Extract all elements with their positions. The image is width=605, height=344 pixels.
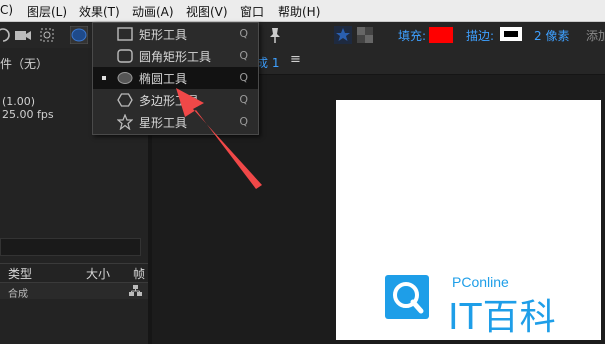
grid-icon[interactable] <box>356 26 374 44</box>
menu-item-effect[interactable]: 效果(T) <box>79 3 120 20</box>
composition-tab-label[interactable]: 成 1 <box>256 54 279 71</box>
stroke-color-swatch[interactable] <box>500 27 522 41</box>
menu-item-label: 圆角矩形工具 <box>139 50 212 64</box>
menu-item-label: 矩形工具 <box>139 28 188 42</box>
project-search-input[interactable] <box>0 238 141 256</box>
menu-item-rounded-rectangle-tool[interactable]: 圆角矩形工具 Q <box>93 45 258 67</box>
panel-menu-icon[interactable]: ≡ <box>290 52 301 67</box>
ellipse-icon <box>117 72 133 84</box>
pixel-ratio: (1.00) <box>2 95 36 108</box>
star-toggle-icon[interactable] <box>334 26 352 44</box>
shape-tool-menu: 矩形工具 Q 圆角矩形工具 Q 椭圆工具 Q 多边形工具 Q 星形工具 Q <box>92 22 259 135</box>
row-type: 合成 <box>8 289 28 300</box>
camera-icon[interactable] <box>14 26 32 44</box>
menu-item-c[interactable]: C) <box>0 3 13 17</box>
star-icon <box>117 114 133 130</box>
menu-item-window[interactable]: 窗口 <box>240 3 264 20</box>
menu-item-help[interactable]: 帮助(H) <box>278 3 320 20</box>
ellipse-tool-icon[interactable] <box>70 26 88 44</box>
menu-bar: C) 图层(L) 效果(T) 动画(A) 视图(V) 窗口 帮助(H) <box>0 0 605 22</box>
project-title: 件（无） <box>0 57 49 71</box>
frame-rate: 25.00 fps <box>2 108 54 121</box>
fill-color-swatch[interactable] <box>429 27 453 43</box>
menu-item-shortcut: Q <box>239 115 248 128</box>
add-label[interactable]: 添加 <box>586 27 605 44</box>
menu-item-rectangle-tool[interactable]: 矩形工具 Q <box>93 23 258 45</box>
menu-item-shortcut: Q <box>239 93 248 106</box>
rounded-rectangle-icon <box>117 49 133 63</box>
tools-toolbar: 填充: 描边: 2 像素 添加 <box>0 22 605 49</box>
menu-item-label: 椭圆工具 <box>139 72 188 86</box>
menu-item-animation[interactable]: 动画(A) <box>132 3 174 20</box>
pin-icon[interactable] <box>266 26 284 44</box>
pconline-logo-icon <box>385 275 429 319</box>
pan-behind-icon[interactable] <box>38 26 56 44</box>
polygon-icon <box>117 93 133 107</box>
rectangle-icon <box>117 27 133 41</box>
project-row[interactable]: 合成 <box>0 283 148 300</box>
watermark-brand-big: IT百科 <box>448 297 557 338</box>
menu-item-label: 多边形工具 <box>139 94 200 108</box>
menu-item-ellipse-tool[interactable]: 椭圆工具 Q <box>93 67 258 89</box>
menu-item-label: 星形工具 <box>139 116 188 130</box>
stroke-width-value[interactable]: 2 像素 <box>534 27 569 44</box>
menu-item-view[interactable]: 视图(V) <box>186 3 228 20</box>
menu-item-shortcut: Q <box>239 71 248 84</box>
menu-item-shortcut: Q <box>239 27 248 40</box>
column-size[interactable]: 大小 <box>86 265 110 282</box>
menu-item-star-tool[interactable]: 星形工具 Q <box>93 111 258 133</box>
composition-icon <box>129 285 142 296</box>
menu-item-layer[interactable]: 图层(L) <box>27 3 67 20</box>
menu-item-polygon-tool[interactable]: 多边形工具 Q <box>93 89 258 111</box>
column-frame[interactable]: 帧 <box>133 265 145 282</box>
rotate-icon[interactable] <box>0 26 12 44</box>
project-column-header: 类型 大小 帧 <box>0 263 148 283</box>
selected-bullet-icon <box>102 76 106 80</box>
fill-label: 填充: <box>398 29 427 43</box>
column-type[interactable]: 类型 <box>8 265 32 282</box>
menu-item-shortcut: Q <box>239 49 248 62</box>
stroke-label: 描边: <box>466 29 495 43</box>
